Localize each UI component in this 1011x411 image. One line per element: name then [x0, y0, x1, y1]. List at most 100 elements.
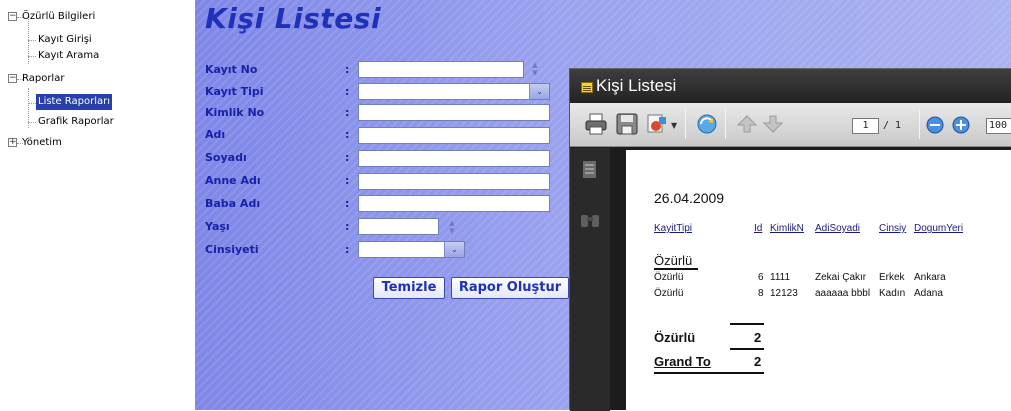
field-label-kimlik-no: Kimlik No [205, 106, 265, 119]
grand-total-underline [654, 372, 764, 374]
collapse-icon[interactable]: − [8, 12, 17, 21]
yasi-spinner[interactable]: ▲ ▼ [446, 219, 458, 236]
field-colon: : [345, 197, 350, 210]
cell-adisoyadi: aaaaaa bbbl [815, 288, 871, 299]
field-label-adi: Adı [205, 128, 226, 141]
page-total: / 1 [883, 120, 902, 131]
print-icon[interactable] [584, 112, 608, 136]
export-icon[interactable] [645, 112, 669, 136]
report-window-icon [581, 82, 593, 93]
cinsiyeti-select[interactable]: ⌄ [358, 241, 465, 258]
column-header-id: Id [754, 223, 763, 234]
zoom-out-icon[interactable] [925, 115, 945, 135]
search-binoculars-icon[interactable] [580, 212, 600, 228]
document-map-icon[interactable] [581, 160, 599, 180]
cell-id: 6 [758, 272, 764, 283]
refresh-icon[interactable] [695, 112, 719, 136]
report-toolbar: ▼ 1 / 1 100 [570, 103, 1011, 147]
kayit-tipi-select[interactable]: ⌄ [358, 83, 550, 100]
field-colon: : [345, 85, 350, 98]
tree-node-label[interactable]: Özürlü Bilgileri [22, 9, 95, 25]
zoom-input[interactable]: 100 [986, 118, 1011, 134]
field-label-soyadi: Soyadı [205, 151, 247, 164]
spin-up-icon[interactable]: ▲ [529, 61, 541, 69]
field-label-anne-adi: Anne Adı [205, 174, 261, 187]
anne-adi-input[interactable] [358, 173, 550, 190]
chevron-down-icon[interactable]: ⌄ [529, 84, 549, 99]
field-colon: : [345, 243, 350, 256]
cell-adisoyadi: Zekai Çakır [815, 272, 867, 283]
field-colon: : [345, 63, 350, 76]
baba-adi-input[interactable] [358, 195, 550, 212]
report-viewer-window: Kişi Listesi ▼ 1 / 1 100 26.04.2009 Kayi… [569, 68, 1011, 411]
soyadi-input[interactable] [358, 150, 550, 167]
kimlik-no-input[interactable] [358, 104, 550, 121]
toolbar-separator [725, 109, 726, 139]
export-dropdown-icon[interactable]: ▼ [671, 121, 677, 130]
column-header-cinsiyet: Cinsiy [879, 223, 907, 234]
adi-input[interactable] [358, 127, 550, 144]
report-date: 26.04.2009 [654, 190, 725, 206]
spin-up-icon[interactable]: ▲ [446, 219, 458, 227]
field-label-baba-adi: Baba Adı [205, 197, 261, 210]
field-label-yasi: Yaşı [205, 220, 230, 233]
report-window-title: Kişi Listesi [596, 76, 677, 95]
tree-connector [28, 56, 36, 57]
cell-cinsiyet: Erkek [879, 272, 905, 283]
temizle-button[interactable]: Temizle [373, 277, 445, 299]
yasi-input[interactable] [358, 218, 439, 235]
field-colon: : [345, 220, 350, 233]
total-line [730, 323, 764, 325]
field-colon: : [345, 106, 350, 119]
tree-connector [28, 40, 36, 41]
save-icon[interactable] [615, 112, 639, 136]
chevron-down-icon[interactable]: ⌄ [444, 242, 464, 257]
rapor-olustur-button[interactable]: Rapor Oluştur [451, 277, 569, 299]
tree-node-label[interactable]: Raporlar [22, 71, 64, 87]
cell-cinsiyet: Kadın [879, 288, 906, 299]
expand-icon[interactable]: + [8, 138, 17, 147]
kayit-no-input[interactable] [358, 61, 524, 78]
field-label-cinsiyeti: Cinsiyeti [205, 243, 259, 256]
tree-connector [28, 103, 36, 104]
collapse-icon[interactable]: − [8, 74, 17, 83]
spin-down-icon[interactable]: ▼ [529, 69, 541, 77]
grand-total-label: Grand To [654, 354, 711, 369]
total-line [730, 348, 764, 350]
tree-node-label[interactable]: Kayıt Arama [38, 48, 99, 64]
field-colon: : [345, 174, 350, 187]
group-total-value: 2 [754, 330, 762, 345]
navigation-tree: − Özürlü Bilgileri Kayıt Girişi Kayıt Ar… [0, 0, 190, 410]
tree-node-label[interactable]: Kayıt Girişi [38, 32, 92, 48]
kayit-no-spinner[interactable]: ▲ ▼ [529, 61, 541, 78]
report-window-titlebar[interactable]: Kişi Listesi [570, 69, 1011, 103]
group-header: Özürlü [654, 253, 699, 270]
toolbar-separator [685, 109, 686, 139]
field-colon: : [345, 128, 350, 141]
spin-down-icon[interactable]: ▼ [446, 227, 458, 235]
cell-kimlikno: 12123 [770, 288, 798, 299]
column-header-kimlikno: KimlikN [770, 223, 804, 234]
column-header-kayittipi: KayitTipi [654, 223, 692, 234]
report-sidebar [570, 148, 610, 411]
zoom-in-icon[interactable] [951, 115, 971, 135]
cell-kimlikno: 1111 [770, 272, 791, 283]
tree-node-label[interactable]: Grafik Raporlar [38, 114, 114, 130]
field-label-kayit-tipi: Kayıt Tipi [205, 85, 264, 98]
next-page-icon[interactable] [761, 112, 785, 136]
report-page: 26.04.2009 KayitTipi Id KimlikN AdiSoyad… [626, 150, 1011, 411]
cell-dogumyeri: Adana [914, 288, 943, 299]
cell-kayittipi: Özürlü [654, 288, 684, 299]
grand-total-value: 2 [754, 354, 762, 369]
column-header-adisoyadi: AdiSoyadi [815, 223, 861, 234]
group-total-label: Özürlü [654, 330, 696, 345]
tree-node-label-selected[interactable]: Liste Raporları [36, 94, 113, 110]
page-number-input[interactable]: 1 [852, 118, 879, 134]
toolbar-separator [919, 109, 920, 139]
previous-page-icon[interactable] [735, 112, 759, 136]
field-colon: : [345, 151, 350, 164]
cell-kayittipi: Özürlü [654, 272, 684, 283]
tree-node-label[interactable]: Yönetim [22, 135, 62, 151]
tree-connector [28, 122, 36, 123]
cell-dogumyeri: Ankara [914, 272, 946, 283]
